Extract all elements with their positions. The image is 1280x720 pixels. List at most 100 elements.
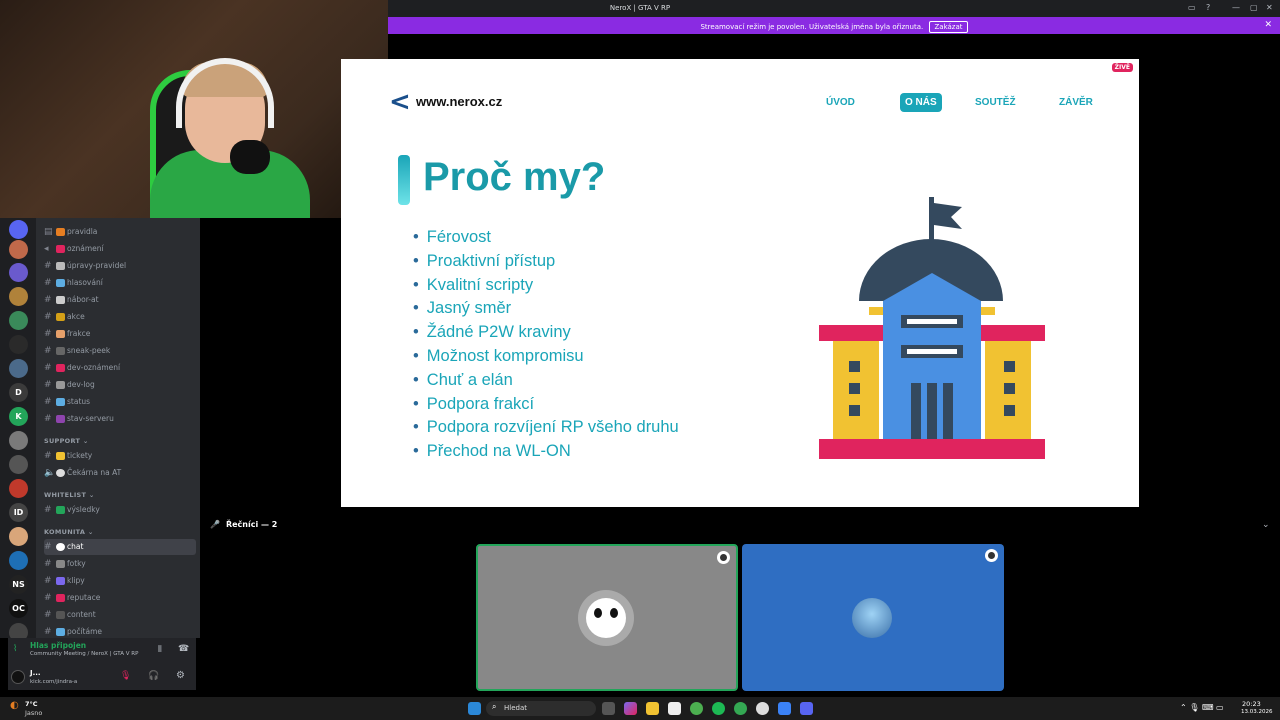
bullet-item: Podpora rozvíjení RP všeho druhu — [411, 416, 679, 440]
channel-list: ▤ pravidla ◂ oznámení # úpravy-pravidel # hl… — [36, 218, 200, 638]
bullet-item: Možnost kompromisu — [411, 345, 679, 369]
channel-vysledky[interactable]: # výsledky — [44, 502, 196, 518]
channel-emoji-icon — [56, 415, 65, 423]
hash-icon: # — [44, 295, 52, 305]
discord-icon[interactable] — [800, 702, 813, 715]
site-url: www.nerox.cz — [416, 94, 503, 109]
inbox-icon[interactable]: ▭ — [1188, 3, 1196, 12]
server-icon[interactable] — [9, 240, 28, 259]
channel-emoji-icon — [56, 296, 65, 304]
category-support[interactable]: SUPPORT ⌄ — [44, 437, 89, 445]
speaker-tile[interactable] — [742, 544, 1004, 691]
noise-suppression-icon[interactable]: ⫴ — [158, 645, 162, 655]
channel-dev-oznameni[interactable]: # dev-oznámení — [44, 360, 196, 376]
server-icon[interactable] — [9, 455, 28, 474]
file-explorer-icon[interactable] — [646, 702, 659, 715]
channel-chat[interactable]: # chat — [44, 539, 196, 555]
speaker-tile[interactable] — [476, 544, 738, 691]
server-icon[interactable] — [9, 431, 28, 450]
server-icon[interactable]: OC — [9, 599, 28, 618]
avatar[interactable] — [11, 670, 25, 684]
channel-reputace[interactable]: # reputace — [44, 590, 196, 606]
channel-pocitame[interactable]: # počítáme — [44, 624, 196, 638]
store-icon[interactable] — [668, 702, 681, 715]
task-view-icon[interactable] — [602, 702, 615, 715]
server-icon[interactable] — [9, 263, 28, 282]
chrome-profile-icon[interactable] — [734, 702, 747, 715]
bullet-item: Férovost — [411, 226, 679, 250]
channel-pravidla[interactable]: ▤ pravidla — [44, 224, 196, 240]
streamer-mode-banner: Streamovací režim je povolen. Uživatelsk… — [388, 17, 1280, 34]
category-komunita[interactable]: KOMUNITA ⌄ — [44, 528, 94, 536]
channel-content[interactable]: # content — [44, 607, 196, 623]
category-whitelist[interactable]: WHITELIST ⌄ — [44, 491, 95, 499]
channel-nabor-at[interactable]: # nábor-at — [44, 292, 196, 308]
server-icon[interactable] — [9, 359, 28, 378]
server-icon[interactable] — [9, 335, 28, 354]
announcement-icon: ◂ — [44, 244, 49, 254]
channel-emoji-icon — [56, 469, 65, 477]
clock-date[interactable]: 13.03.2026 — [1241, 709, 1273, 715]
channel-emoji-icon — [56, 228, 65, 236]
server-icon[interactable]: ID — [9, 503, 28, 522]
channel-hlasovani[interactable]: # hlasování — [44, 275, 196, 291]
server-icon[interactable] — [9, 220, 28, 239]
channel-emoji-icon — [56, 364, 65, 372]
minimize-button[interactable]: — — [1232, 3, 1240, 12]
disable-streamer-mode-button[interactable]: Zakázat — [929, 21, 968, 33]
close-window-button[interactable]: ✕ — [1266, 3, 1273, 12]
hash-icon: # — [44, 261, 52, 271]
channel-stav-serveru[interactable]: # stav-serveru — [44, 411, 196, 427]
server-icon[interactable]: K — [9, 407, 28, 426]
channel-fotky[interactable]: # fotky — [44, 556, 196, 572]
channel-akce[interactable]: # akce — [44, 309, 196, 325]
channel-tickety[interactable]: # tickety — [44, 448, 196, 464]
maximize-button[interactable]: ▢ — [1250, 3, 1258, 12]
chevron-down-icon[interactable]: ⌄ — [1262, 520, 1270, 530]
mute-icon[interactable]: 🎙 — [120, 671, 131, 681]
search-icon: ⌕ — [492, 702, 497, 711]
channel-upravy-pravidel[interactable]: # úpravy-pravidel — [44, 258, 196, 274]
channel-cekarna-na-at[interactable]: 🔈 Čekárna na AT — [44, 465, 196, 481]
channel-dev-log[interactable]: # dev-log — [44, 377, 196, 393]
channel-sneak-peek[interactable]: # sneak-peek — [44, 343, 196, 359]
taskbar-search[interactable]: Hledat — [486, 701, 596, 716]
channel-frakce[interactable]: # frakce — [44, 326, 196, 342]
hash-icon: # — [44, 397, 52, 407]
server-icon[interactable]: NS — [9, 575, 28, 594]
copilot-icon[interactable] — [624, 702, 637, 715]
help-icon[interactable]: ? — [1206, 3, 1210, 12]
tray-icons[interactable]: ⌃ 🎙 ⌨ ▭ — [1180, 703, 1224, 712]
server-icon[interactable] — [9, 551, 28, 570]
spotify-icon[interactable] — [712, 702, 725, 715]
server-icon[interactable]: D — [9, 383, 28, 402]
disconnect-icon[interactable]: ☎ — [178, 644, 189, 654]
headphones-icon[interactable]: 🎧 — [148, 671, 159, 681]
channel-emoji-icon — [56, 543, 65, 551]
clock-time[interactable]: 20:23 — [1242, 700, 1261, 708]
voice-channel-name[interactable]: Community Meeting / NeroX | GTA V RP — [30, 651, 138, 657]
weather-icon[interactable]: ◐ — [10, 700, 19, 711]
settings-gear-icon[interactable]: ⚙ — [176, 670, 185, 681]
chrome-icon[interactable] — [690, 702, 703, 715]
live-badge: ŽIVĚ — [1111, 63, 1133, 72]
screen-share-slide[interactable]: ŽIVĚ < www.nerox.cz ÚVOD O NÁS SOUTĚŽ ZÁ… — [341, 59, 1139, 507]
hash-icon: # — [44, 346, 52, 356]
server-icon[interactable] — [9, 311, 28, 330]
photos-icon[interactable] — [778, 702, 791, 715]
close-banner-icon[interactable]: ✕ — [1264, 20, 1272, 30]
channel-status[interactable]: # status — [44, 394, 196, 410]
username: J... — [30, 669, 41, 677]
start-menu-icon[interactable] — [468, 702, 481, 715]
bullet-item: Podpora frakcí — [411, 393, 679, 417]
server-icon[interactable] — [9, 479, 28, 498]
server-icon[interactable] — [9, 287, 28, 306]
bullet-item: Proaktivní přístup — [411, 250, 679, 274]
slide-nav-zaver: ZÁVĚR — [1059, 97, 1093, 108]
server-icon[interactable] — [9, 527, 28, 546]
obs-icon[interactable] — [756, 702, 769, 715]
slide-nav-uvod: ÚVOD — [826, 97, 855, 108]
hash-icon: # — [44, 278, 52, 288]
channel-oznameni[interactable]: ◂ oznámení — [44, 241, 196, 257]
channel-klipy[interactable]: # klipy — [44, 573, 196, 589]
